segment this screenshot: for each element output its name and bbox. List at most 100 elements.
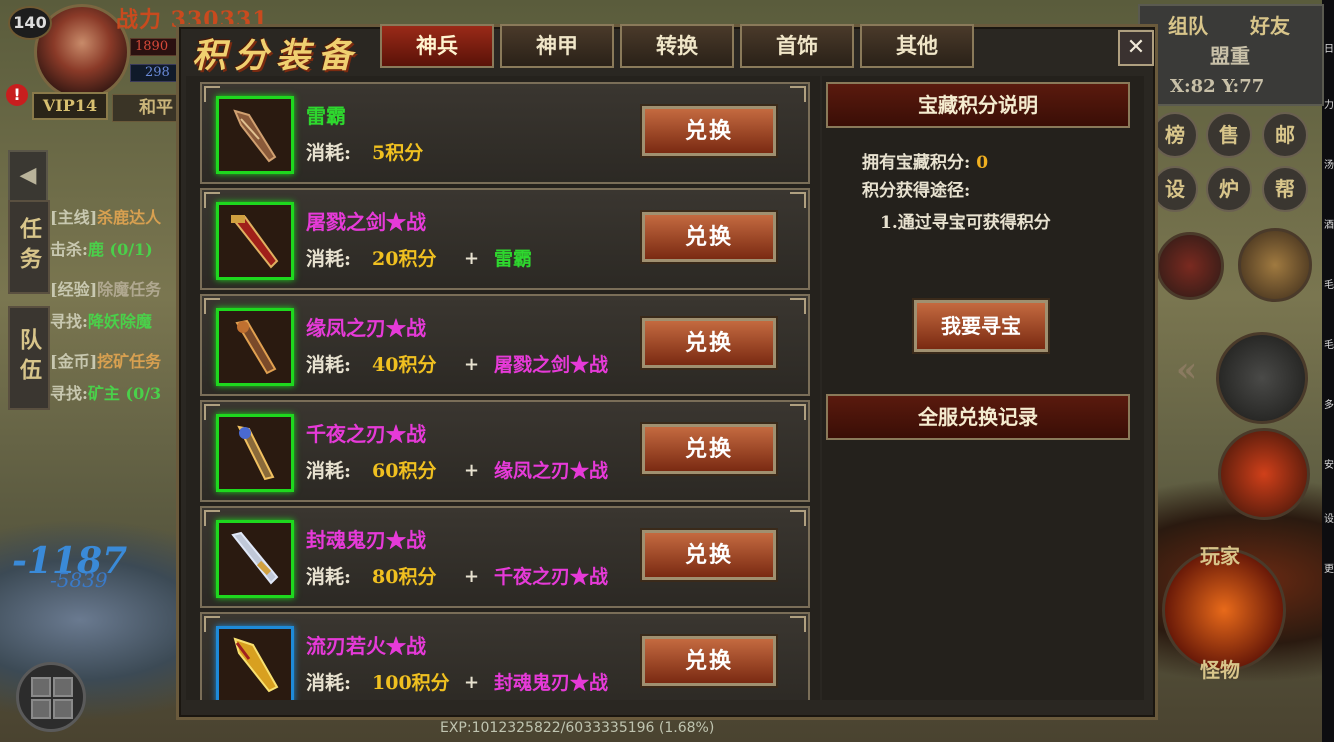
- skill-slot-icon[interactable]: [1156, 232, 1224, 300]
- team-button[interactable]: 组队: [1168, 10, 1208, 39]
- map-name: 盟重: [1210, 44, 1250, 68]
- item-name: 屠戮之剑★战: [306, 210, 426, 234]
- cost-label: 消耗:: [306, 672, 352, 694]
- vip-badge[interactable]: VIP14: [32, 92, 108, 120]
- guild-button[interactable]: 帮: [1262, 166, 1308, 212]
- points-source-item: 1.通过寻宝可获得积分: [880, 213, 1051, 233]
- list-item: 封魂鬼刃★战 消耗: 80积分 + 千夜之刃★战 兑换: [200, 506, 810, 608]
- exchange-button[interactable]: 兑换: [640, 210, 778, 264]
- main-menu-grid-icon[interactable]: [16, 662, 86, 732]
- quest-line: 寻找:降妖除魔: [50, 312, 152, 331]
- expand-chevron-icon[interactable]: «: [1176, 350, 1197, 390]
- weapon-icon: [216, 96, 294, 174]
- item-name: 封魂鬼刃★战: [306, 528, 426, 552]
- weapon-icon: [216, 202, 294, 280]
- plus-sign: +: [464, 460, 480, 481]
- cost-value: 80积分: [372, 566, 437, 588]
- cost-value: 5积分: [372, 142, 424, 164]
- dialog-title: 积分装备: [192, 36, 360, 76]
- required-item: 缘凤之刃★战: [494, 460, 609, 482]
- ranking-button[interactable]: 榜: [1152, 112, 1198, 158]
- alert-icon[interactable]: !: [6, 84, 28, 106]
- list-item: 千夜之刃★战 消耗: 60积分 + 缘凤之刃★战 兑换: [200, 400, 810, 502]
- tab-divine-armor[interactable]: 神甲: [500, 24, 614, 68]
- settings-button[interactable]: 设: [1152, 166, 1198, 212]
- item-name: 雷霸: [306, 104, 346, 128]
- points-info-header: 宝藏积分说明: [826, 82, 1130, 128]
- strip-label: 力: [1324, 100, 1334, 111]
- tab-quests[interactable]: 任务: [8, 200, 50, 294]
- exchange-button[interactable]: 兑换: [640, 634, 778, 688]
- item-name: 缘凤之刃★战: [306, 316, 426, 340]
- skill-slot-icon[interactable]: [1238, 228, 1312, 302]
- sell-button[interactable]: 售: [1206, 112, 1252, 158]
- weapon-icon: [216, 520, 294, 598]
- weapon-icon: [216, 626, 294, 700]
- exchange-button[interactable]: 兑换: [640, 316, 778, 370]
- quest-line: 寻找:矿主 (0/3: [50, 384, 162, 403]
- target-monster-label[interactable]: 怪物: [1200, 654, 1240, 683]
- exchange-item-list[interactable]: 雷霸 消耗: 5积分 兑换 屠戮之剑★战 消耗: 20积分 + 雷霸 兑换 缘凤…: [186, 76, 820, 700]
- cost-label: 消耗:: [306, 460, 352, 482]
- player-level: 140: [8, 6, 52, 40]
- attack-button[interactable]: [1216, 332, 1308, 424]
- quest-line[interactable]: [经验]除魔任务: [50, 276, 161, 300]
- list-item: 雷霸 消耗: 5积分 兑换: [200, 82, 810, 184]
- quest-line[interactable]: [金币]挖矿任务: [50, 348, 161, 372]
- owned-points-value: 0: [976, 153, 989, 173]
- required-item: 雷霸: [494, 248, 533, 270]
- quest-line[interactable]: [主线]杀鹿达人: [50, 204, 161, 228]
- minimap-panel: 组队 好友 盟重 X:82 Y:77: [1138, 4, 1324, 106]
- strip-label: 毛: [1324, 280, 1334, 291]
- points-source-label: 积分获得途径:: [862, 181, 971, 201]
- map-coordinates: X:82 Y:77: [1170, 76, 1265, 97]
- item-name: 千夜之刃★战: [306, 422, 426, 446]
- exchange-button[interactable]: 兑换: [640, 104, 778, 158]
- strip-label: 汤: [1324, 160, 1334, 171]
- cost-value: 100积分: [372, 672, 450, 694]
- strip-label: 毛: [1324, 340, 1334, 351]
- strip-label: 多: [1324, 400, 1334, 411]
- collapse-left-arrow-icon[interactable]: ◀: [8, 150, 48, 202]
- list-item: 流刃若火★战 消耗: 100积分 + 封魂鬼刃★战 兑换: [200, 612, 810, 700]
- server-exchange-log-header[interactable]: 全服兑换记录: [826, 394, 1130, 440]
- damage-number-small: -5839: [50, 568, 108, 592]
- required-item: 屠戮之剑★战: [494, 354, 609, 376]
- exchange-button[interactable]: 兑换: [640, 422, 778, 476]
- tab-jewelry[interactable]: 首饰: [740, 24, 854, 68]
- strip-label: 更: [1324, 564, 1334, 575]
- treasure-hunt-button[interactable]: 我要寻宝: [912, 298, 1050, 354]
- strip-label: 日: [1324, 44, 1334, 55]
- strip-label: 酒: [1324, 220, 1334, 231]
- tab-other[interactable]: 其他: [860, 24, 974, 68]
- plus-sign: +: [464, 672, 480, 693]
- list-item: 屠戮之剑★战 消耗: 20积分 + 雷霸 兑换: [200, 188, 810, 290]
- cost-label: 消耗:: [306, 566, 352, 588]
- mail-button[interactable]: 邮: [1262, 112, 1308, 158]
- plus-sign: +: [464, 248, 480, 269]
- strip-label: 设: [1324, 514, 1334, 525]
- cost-label: 消耗:: [306, 142, 352, 164]
- list-item: 缘凤之刃★战 消耗: 40积分 + 屠戮之剑★战 兑换: [200, 294, 810, 396]
- owned-points-line: 拥有宝藏积分: 0: [862, 153, 989, 173]
- close-icon[interactable]: ✕: [1118, 30, 1154, 66]
- required-item: 千夜之刃★战: [494, 566, 609, 588]
- strip-label: 安: [1324, 460, 1334, 471]
- tab-convert[interactable]: 转换: [620, 24, 734, 68]
- points-info-panel: 宝藏积分说明 拥有宝藏积分: 0 积分获得途径: 1.通过寻宝可获得积分 我要寻…: [822, 76, 1144, 700]
- side-window-strip: 日 力 汤 酒 毛 毛 多 安 设 更: [1322, 0, 1334, 742]
- tab-team[interactable]: 队伍: [8, 306, 50, 410]
- exchange-button[interactable]: 兑换: [640, 528, 778, 582]
- skill-fire-icon[interactable]: [1218, 428, 1310, 520]
- required-item: 封魂鬼刃★战: [494, 672, 609, 694]
- friend-button[interactable]: 好友: [1250, 10, 1290, 39]
- cost-value: 20积分: [372, 248, 437, 270]
- target-player-label[interactable]: 玩家: [1200, 540, 1240, 569]
- cost-label: 消耗:: [306, 354, 352, 376]
- plus-sign: +: [464, 566, 480, 587]
- tab-divine-weapon[interactable]: 神兵: [380, 24, 494, 68]
- cost-label: 消耗:: [306, 248, 352, 270]
- weapon-icon: [216, 414, 294, 492]
- furnace-button[interactable]: 炉: [1206, 166, 1252, 212]
- cost-value: 40积分: [372, 354, 437, 376]
